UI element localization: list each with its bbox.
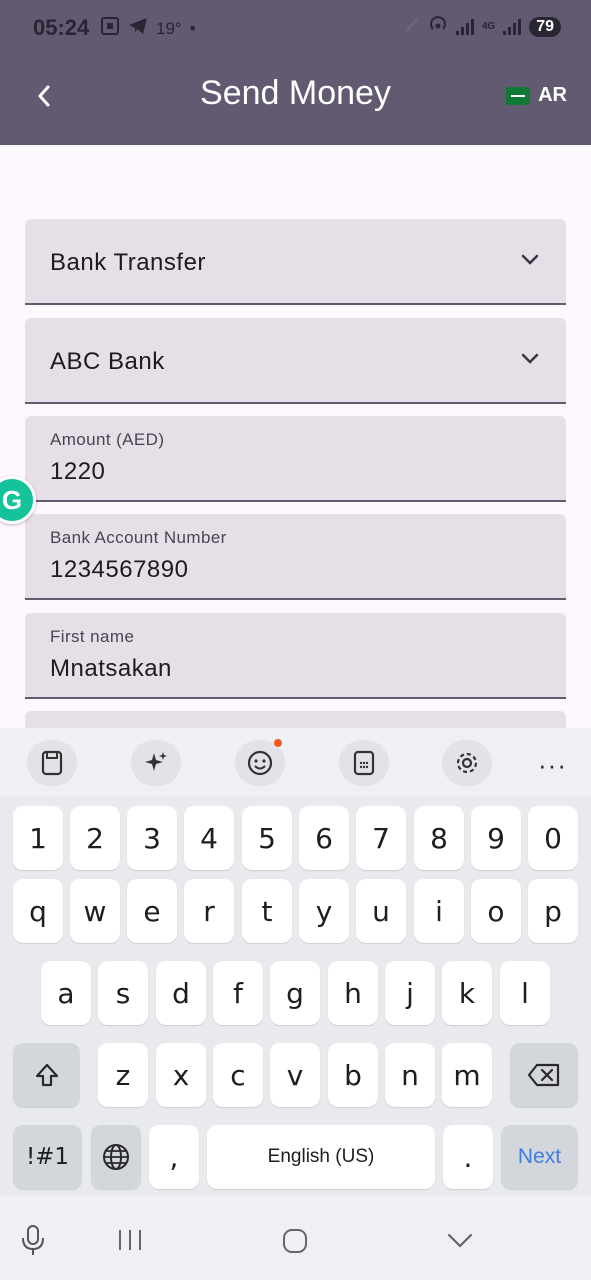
key[interactable]: k bbox=[442, 961, 492, 1025]
amount-value: 1220 bbox=[50, 458, 106, 485]
page-title: Send Money bbox=[200, 74, 391, 112]
recent-apps-icon[interactable] bbox=[117, 1228, 143, 1257]
key[interactable]: u bbox=[356, 879, 406, 943]
bank-value: ABC Bank bbox=[50, 348, 165, 375]
network-type: 4G bbox=[481, 21, 496, 32]
amount-field[interactable]: Amount (AED) 1220 bbox=[25, 416, 566, 502]
key[interactable]: x bbox=[156, 1043, 206, 1107]
key[interactable]: s bbox=[98, 961, 148, 1025]
emoji-badge bbox=[274, 739, 282, 747]
key[interactable]: a bbox=[41, 961, 91, 1025]
next-key[interactable]: Next bbox=[501, 1125, 578, 1189]
key[interactable]: l bbox=[500, 961, 550, 1025]
sparkle-icon bbox=[145, 752, 167, 771]
key[interactable]: c bbox=[213, 1043, 263, 1107]
pen-icon bbox=[404, 16, 420, 37]
amount-label: Amount (AED) bbox=[50, 430, 165, 449]
gear-icon bbox=[456, 752, 478, 774]
shift-icon bbox=[35, 1063, 58, 1087]
first-name-value: Mnatsakan bbox=[50, 655, 172, 682]
keyboard-mode-button[interactable] bbox=[339, 740, 389, 786]
clipboard-icon bbox=[41, 750, 63, 776]
key[interactable]: d bbox=[156, 961, 206, 1025]
signal-icon bbox=[455, 18, 474, 35]
key[interactable]: 4 bbox=[184, 806, 234, 870]
ai-sparkle-button[interactable] bbox=[131, 740, 181, 786]
key[interactable]: 3 bbox=[127, 806, 177, 870]
first-name-label: First name bbox=[50, 627, 135, 646]
bank-account-label: Bank Account Number bbox=[50, 528, 227, 547]
key[interactable]: 5 bbox=[242, 806, 292, 870]
hide-keyboard-icon[interactable] bbox=[446, 1232, 474, 1255]
notification-dot-icon: • bbox=[189, 18, 196, 38]
key[interactable]: v bbox=[270, 1043, 320, 1107]
key[interactable]: g bbox=[270, 961, 320, 1025]
key[interactable]: r bbox=[184, 879, 234, 943]
key[interactable]: e bbox=[127, 879, 177, 943]
key[interactable]: h bbox=[328, 961, 378, 1025]
key[interactable]: b bbox=[328, 1043, 378, 1107]
system-nav-bar bbox=[0, 1196, 591, 1280]
telegram-icon bbox=[128, 17, 148, 40]
transfer-type-select[interactable]: Bank Transfer bbox=[25, 219, 566, 305]
key[interactable]: 7 bbox=[356, 806, 406, 870]
battery-indicator: 79 bbox=[529, 16, 561, 37]
key[interactable]: i bbox=[414, 879, 464, 943]
space-key[interactable]: English (US) bbox=[207, 1125, 435, 1189]
hotspot-icon bbox=[428, 14, 448, 39]
emoji-icon bbox=[247, 750, 273, 776]
backspace-key[interactable] bbox=[510, 1043, 578, 1107]
key[interactable]: j bbox=[385, 961, 435, 1025]
numpad-icon bbox=[353, 750, 375, 776]
key[interactable]: o bbox=[471, 879, 521, 943]
key[interactable]: y bbox=[299, 879, 349, 943]
key[interactable]: f bbox=[213, 961, 263, 1025]
home-icon[interactable] bbox=[282, 1228, 308, 1259]
first-name-field[interactable]: First name Mnatsakan bbox=[25, 613, 566, 699]
language-label: AR bbox=[538, 84, 567, 106]
key[interactable]: q bbox=[13, 879, 63, 943]
status-time: 05:24 bbox=[33, 15, 90, 40]
keyboard-keys: 1 2 3 4 5 6 7 8 9 0 q w e r t y u i o p … bbox=[0, 796, 591, 1196]
key[interactable]: 2 bbox=[70, 806, 120, 870]
globe-icon bbox=[103, 1144, 129, 1170]
key[interactable]: 0 bbox=[528, 806, 578, 870]
symbols-key[interactable]: !#1 bbox=[13, 1125, 82, 1189]
screenshot-icon bbox=[100, 16, 120, 41]
transfer-type-value: Bank Transfer bbox=[50, 249, 206, 276]
bank-account-value: 1234567890 bbox=[50, 556, 189, 583]
chevron-down-icon bbox=[521, 353, 539, 364]
key[interactable]: z bbox=[98, 1043, 148, 1107]
keyboard: ··· 1 2 3 4 5 6 7 8 9 0 q w e r t y u i … bbox=[0, 728, 591, 1280]
key[interactable]: m bbox=[442, 1043, 492, 1107]
key[interactable]: n bbox=[385, 1043, 435, 1107]
key[interactable]: 8 bbox=[414, 806, 464, 870]
comma-key[interactable]: , bbox=[149, 1125, 199, 1189]
settings-button[interactable] bbox=[442, 740, 492, 786]
chevron-down-icon bbox=[521, 254, 539, 265]
backspace-icon bbox=[527, 1063, 560, 1087]
key[interactable]: 9 bbox=[471, 806, 521, 870]
bank-select[interactable]: ABC Bank bbox=[25, 318, 566, 404]
key[interactable]: 6 bbox=[299, 806, 349, 870]
period-key[interactable]: . bbox=[443, 1125, 493, 1189]
shift-key[interactable] bbox=[13, 1043, 80, 1107]
more-options-icon[interactable]: ··· bbox=[538, 750, 567, 781]
key[interactable]: p bbox=[528, 879, 578, 943]
signal-icon-2 bbox=[503, 18, 522, 35]
temperature-text: 19° bbox=[156, 18, 182, 38]
language-key[interactable] bbox=[91, 1125, 141, 1189]
key[interactable]: t bbox=[242, 879, 292, 943]
bank-account-field[interactable]: Bank Account Number 1234567890 bbox=[25, 514, 566, 600]
keyboard-toolbar: ··· bbox=[0, 728, 591, 796]
key[interactable]: 1 bbox=[13, 806, 63, 870]
status-bar: 05:24 19° • 4G 79 bbox=[0, 0, 591, 56]
language-switch-button[interactable]: AR bbox=[506, 84, 567, 107]
microphone-icon[interactable] bbox=[20, 1224, 46, 1261]
saudi-flag-icon bbox=[506, 86, 531, 105]
clipboard-button[interactable] bbox=[27, 740, 77, 786]
key[interactable]: w bbox=[70, 879, 120, 943]
